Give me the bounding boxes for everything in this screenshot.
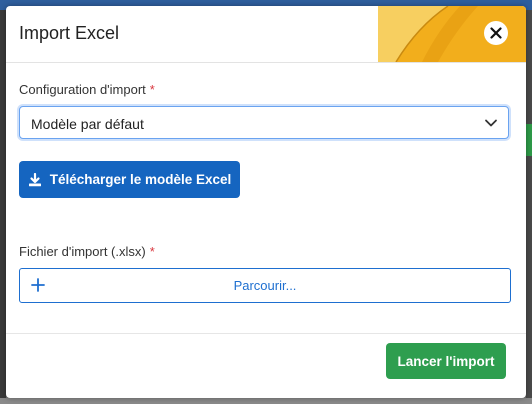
background-app-bottom-edge (0, 398, 532, 404)
config-select-value: Modèle par défaut (31, 116, 144, 132)
start-import-button[interactable]: Lancer l'import (386, 343, 506, 379)
required-mark: * (149, 244, 155, 259)
background-app-green-strip (526, 124, 532, 156)
chevron-down-icon (484, 116, 498, 135)
close-icon (490, 27, 502, 39)
download-template-button[interactable]: Télécharger le modèle Excel (19, 161, 240, 198)
browse-file-button[interactable]: Parcourir... (19, 268, 511, 303)
browse-label: Parcourir... (233, 278, 297, 293)
download-icon (28, 172, 41, 186)
file-label: Fichier d'import (.xlsx) * (19, 244, 155, 259)
modal-title: Import Excel (19, 23, 120, 43)
modal-header: Import Excel (6, 6, 526, 63)
background-app-right-edge (526, 10, 532, 404)
required-mark: * (149, 82, 155, 97)
config-label: Configuration d'import * (19, 82, 155, 97)
config-select[interactable]: Modèle par défaut (19, 106, 509, 139)
download-template-label: Télécharger le modèle Excel (49, 172, 232, 187)
close-button[interactable] (484, 21, 508, 45)
start-import-label: Lancer l'import (397, 353, 495, 369)
import-excel-modal: Import Excel Configuration d'import * Mod… (6, 6, 526, 398)
